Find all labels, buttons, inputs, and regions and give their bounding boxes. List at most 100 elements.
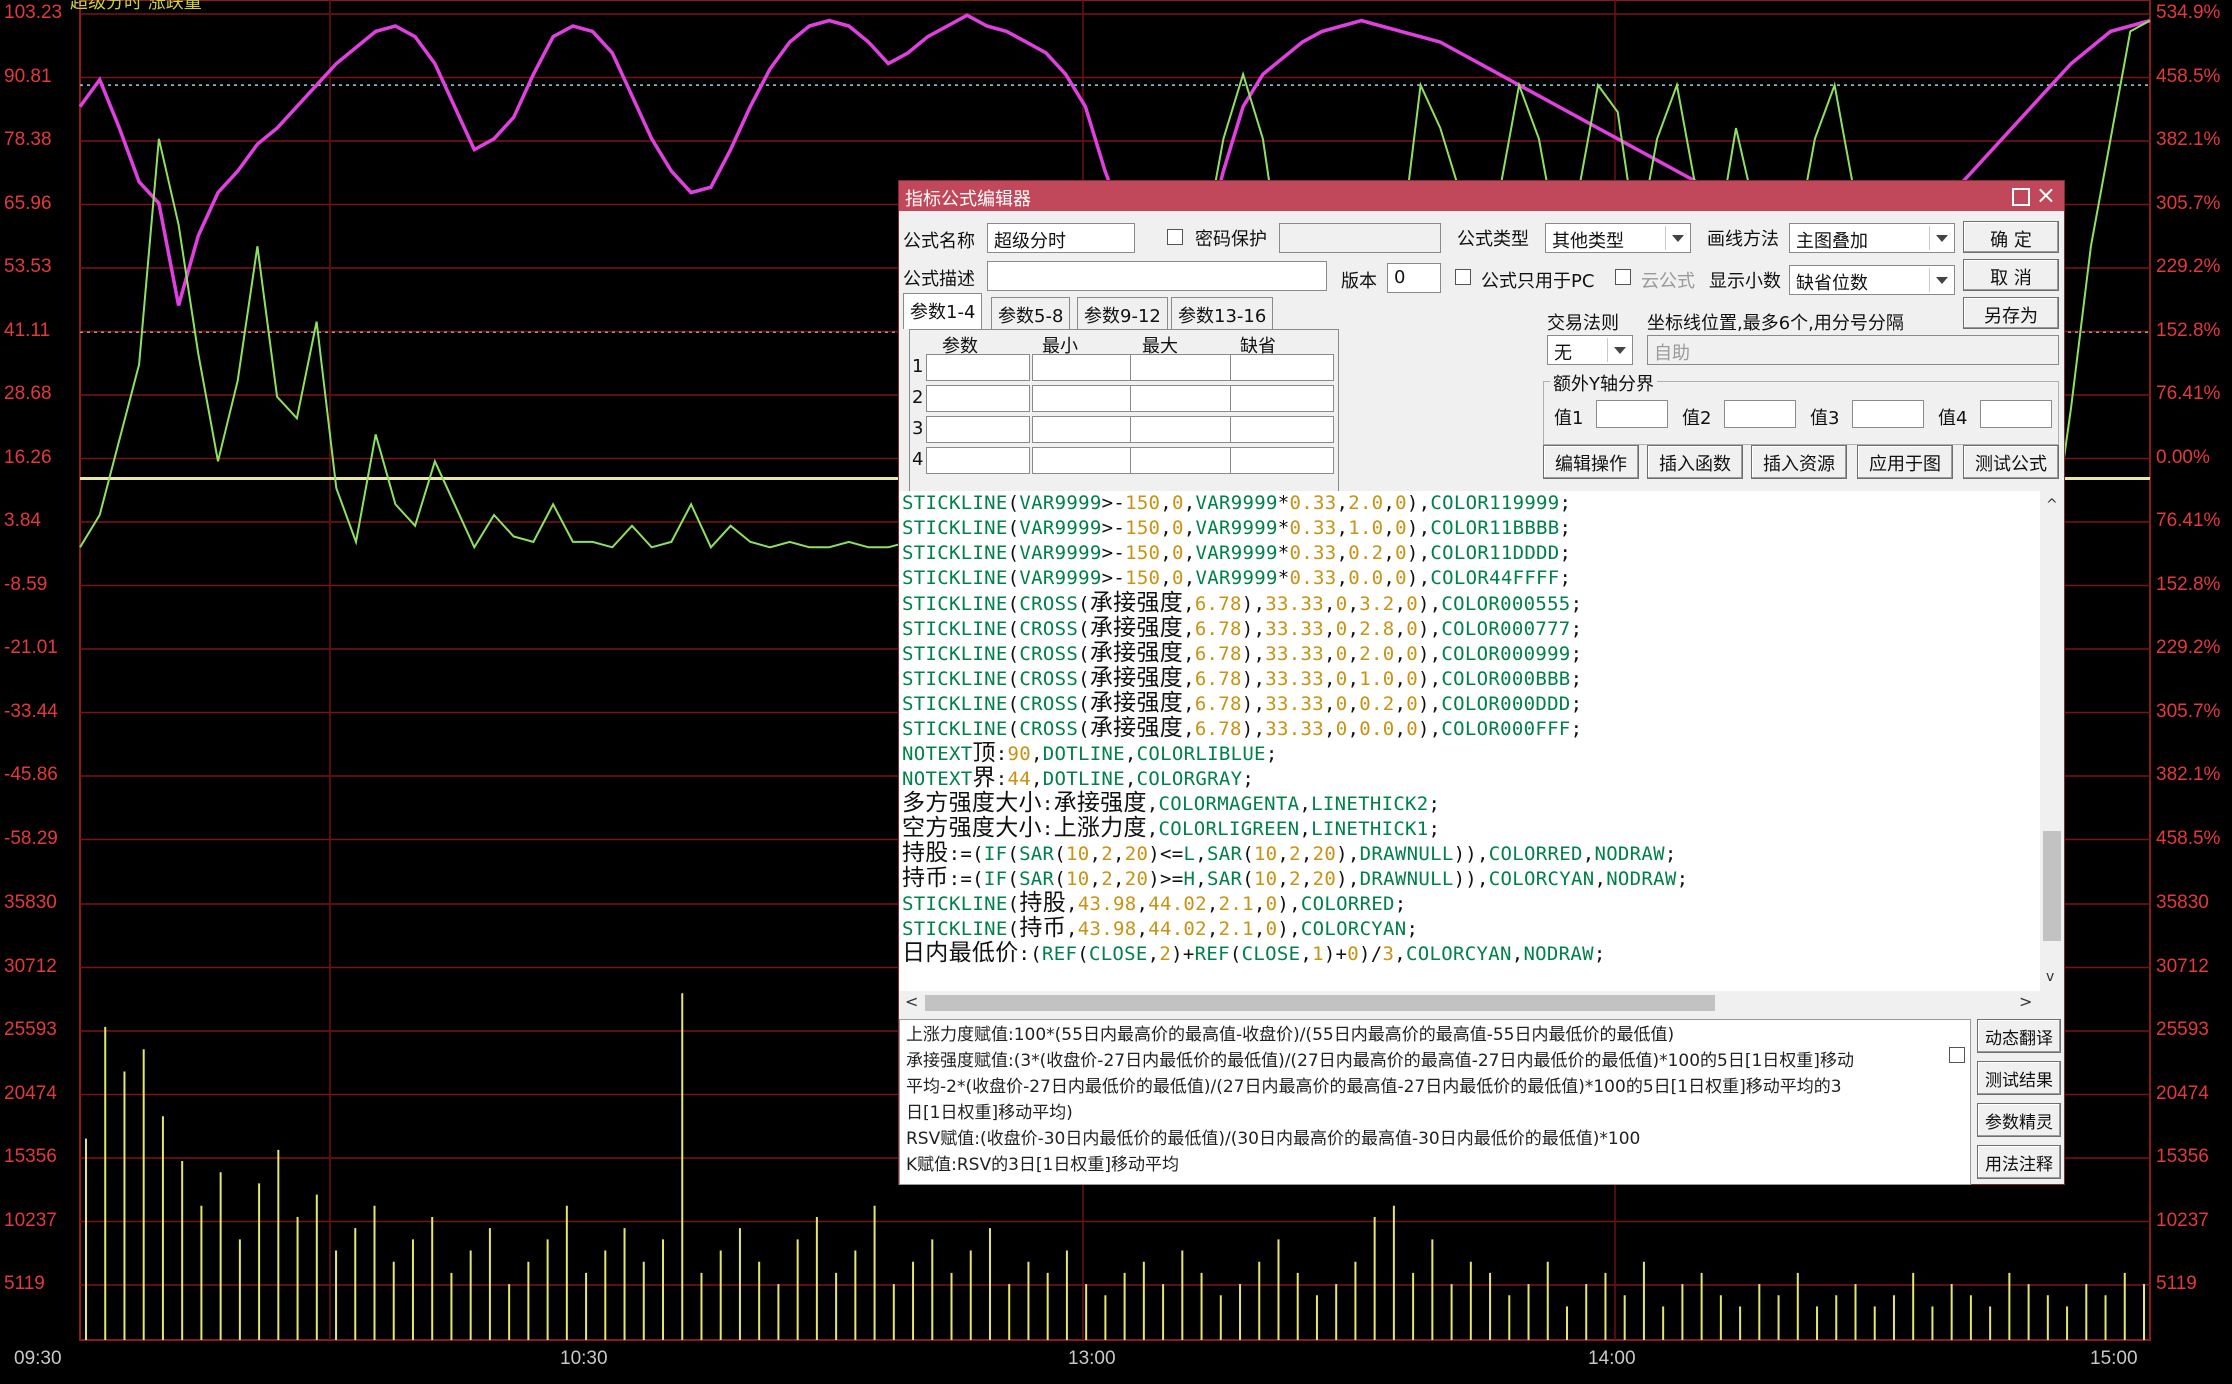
code-line: STICKLINE(CROSS(承接强度,6.78),33.33,0,0.2,0…	[902, 690, 1583, 716]
y-right-tick: 458.5%	[2156, 827, 2221, 849]
yaxis-value-input[interactable]	[1724, 400, 1796, 428]
tab-params-9-12[interactable]: 参数9-12	[1077, 297, 1168, 329]
param-cell[interactable]	[1230, 447, 1334, 474]
dynamic-translate-button[interactable]: 动态翻译	[1977, 1019, 2061, 1053]
pc-only-checkbox[interactable]	[1455, 269, 1471, 285]
y-right-tick: 76.41%	[2156, 383, 2221, 404]
param-cell[interactable]	[1230, 385, 1334, 412]
y-right-tick: 305.7%	[2156, 192, 2221, 214]
param-row-index: 2	[912, 387, 924, 408]
description-label: 公式描述	[903, 269, 975, 290]
extra-yaxis-group: 额外Y轴分界 值1 值2 值3 值4	[1543, 370, 2059, 445]
param-cell[interactable]	[926, 447, 1030, 474]
code-line: 多方强度大小:承接强度,COLORMAGENTA,LINETHICK2;	[902, 790, 1441, 816]
draw-method-select[interactable]: 主图叠加	[1789, 223, 1955, 253]
y-right-tick: 534.9%	[2156, 2, 2221, 23]
extra-yaxis-label: 额外Y轴分界	[1550, 370, 1657, 396]
pc-only-label: 公式只用于PC	[1481, 271, 1595, 292]
coord-line-label: 坐标线位置,最多6个,用分号分隔	[1647, 313, 1904, 334]
param-cell[interactable]	[1230, 416, 1334, 443]
scroll-right-icon[interactable]: >	[2019, 992, 2032, 1011]
code-line: 持币:=(IF(SAR(10,2,20)>=H,SAR(10,2,20),DRA…	[902, 865, 1689, 891]
param-wizard-button[interactable]: 参数精灵	[1977, 1103, 2061, 1137]
x-tick: 14:00	[1588, 1348, 1636, 1369]
chevron-down-icon	[1665, 226, 1688, 250]
y-right-tick: 229.2%	[2156, 637, 2221, 658]
param-cell[interactable]	[1032, 385, 1136, 412]
param-cell[interactable]	[1032, 447, 1136, 474]
apply-to-chart-button[interactable]: 应用于图	[1857, 445, 1953, 479]
test-formula-button[interactable]: 测试公式	[1963, 445, 2059, 479]
decimals-select[interactable]: 缺省位数	[1789, 265, 1955, 295]
insert-resource-button[interactable]: 插入资源	[1751, 445, 1847, 479]
edit-ops-button[interactable]: 编辑操作	[1543, 445, 1639, 479]
param-cell[interactable]	[926, 385, 1030, 412]
scroll-up-icon[interactable]: ^	[2046, 497, 2058, 513]
formula-type-select[interactable]: 其他类型	[1545, 223, 1691, 253]
scroll-thumb[interactable]	[2043, 831, 2061, 941]
description-line: 日[1日权重]移动平均)	[906, 1103, 1073, 1123]
param-cell[interactable]	[1130, 416, 1234, 443]
y-right-tick: 382.1%	[2156, 129, 2221, 150]
param-cell[interactable]	[926, 354, 1030, 381]
insert-function-button[interactable]: 插入函数	[1647, 445, 1743, 479]
y-right-tick: 152.8%	[2156, 573, 2221, 595]
y-right-tick: 0.00%	[2156, 446, 2210, 468]
description-input[interactable]	[987, 261, 1327, 291]
y-left-tick: 103.23	[4, 2, 63, 23]
maximize-icon[interactable]	[2012, 188, 2030, 206]
tab-params-1-4[interactable]: 参数1-4	[903, 293, 983, 329]
code-line: 日内最低价:(REF(CLOSE,2)+REF(CLOSE,1)+0)/3,CO…	[902, 940, 1606, 966]
yaxis-value-input[interactable]	[1852, 400, 1924, 428]
y-right-tick: 382.1%	[2156, 764, 2221, 785]
formula-name-input[interactable]: 超级分时	[987, 223, 1135, 253]
param-cell[interactable]	[1130, 354, 1234, 381]
decimals-label: 显示小数	[1709, 271, 1781, 292]
test-result-button[interactable]: 测试结果	[1977, 1061, 2061, 1095]
description-line: 平均-2*(收盘价-27日内最低价的最低值)/(27日内最高价的最高值-27日内…	[906, 1077, 1842, 1097]
y-left-tick: -33.44	[4, 700, 58, 722]
yaxis-value-input[interactable]	[1980, 400, 2052, 428]
code-line: STICKLINE(持股,43.98,44.02,2.1,0),COLORRED…	[902, 890, 1407, 916]
param-cell[interactable]	[1032, 416, 1136, 443]
save-as-button[interactable]: 另存为	[1963, 297, 2059, 329]
volume-y-right-tick: 15356	[2156, 1146, 2209, 1167]
formula-code-editor[interactable]: STICKLINE(VAR9999>-150,0,VAR9999*0.33,2.…	[899, 491, 2040, 991]
version-input[interactable]: 0	[1387, 263, 1441, 293]
param-cell[interactable]	[1230, 354, 1334, 381]
y-left-tick: 65.96	[4, 192, 52, 214]
scroll-down-icon[interactable]: v	[2046, 969, 2054, 985]
hscroll-thumb[interactable]	[925, 995, 1715, 1011]
tab-params-5-8[interactable]: 参数5-8	[991, 297, 1071, 329]
usage-notes-button[interactable]: 用法注释	[1977, 1145, 2061, 1179]
code-vertical-scrollbar[interactable]: ^ v	[2040, 491, 2064, 991]
ok-button[interactable]: 确 定	[1963, 221, 2059, 253]
password-input[interactable]	[1279, 223, 1441, 253]
param-cell[interactable]	[1130, 385, 1234, 412]
tab-params-13-16[interactable]: 参数13-16	[1171, 297, 1274, 329]
code-horizontal-scrollbar[interactable]: < >	[899, 991, 2040, 1015]
close-icon[interactable]: ×	[2036, 181, 2056, 209]
param-cell[interactable]	[926, 416, 1030, 443]
volume-y-right-tick: 5119	[2156, 1273, 2197, 1294]
y-right-tick: 152.8%	[2156, 319, 2221, 341]
chevron-down-icon	[1929, 268, 1952, 292]
password-checkbox[interactable]	[1167, 229, 1183, 245]
formula-type-value: 其他类型	[1552, 231, 1624, 252]
yaxis-value-label: 值3	[1810, 408, 1840, 429]
cancel-button[interactable]: 取 消	[1963, 259, 2059, 291]
volume-y-left-tick: 15356	[4, 1146, 57, 1167]
param-cell[interactable]	[1130, 447, 1234, 474]
code-line: STICKLINE(持币,43.98,44.02,2.1,0),COLORCYA…	[902, 915, 1419, 941]
param-cell[interactable]	[1032, 354, 1136, 381]
desc-toggle-checkbox[interactable]	[1949, 1047, 1965, 1063]
cloud-checkbox[interactable]	[1615, 269, 1631, 285]
volume-y-left-tick: 20474	[4, 1082, 57, 1104]
trade-rule-select[interactable]: 无	[1547, 335, 1633, 365]
dialog-title-bar[interactable]: 指标公式编辑器 ×	[899, 181, 2064, 211]
scroll-left-icon[interactable]: <	[905, 992, 918, 1011]
yaxis-value-input[interactable]	[1596, 400, 1668, 428]
coord-line-input[interactable]: 自助	[1647, 335, 2059, 365]
code-line: STICKLINE(CROSS(承接强度,6.78),33.33,0,2.8,0…	[902, 615, 1583, 641]
draw-method-label: 画线方法	[1707, 229, 1779, 250]
